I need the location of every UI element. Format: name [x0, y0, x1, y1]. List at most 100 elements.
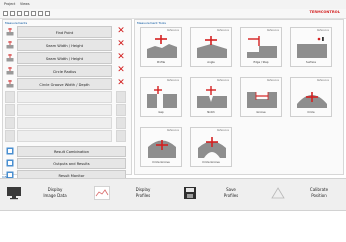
tool-cgroove2-icon: [198, 137, 226, 158]
bottom-button-label: Display: [47, 187, 63, 192]
tool-notch-icon: [197, 86, 227, 108]
tool-card-tag: Reference: [166, 79, 179, 82]
new-icon[interactable]: [3, 11, 8, 16]
measurement-item-button[interactable]: Find Point: [17, 26, 112, 38]
delete-measurement-button[interactable]: ✕: [117, 40, 125, 49]
save-icon[interactable]: [17, 11, 22, 16]
tool-card-label: Circle Groove: [152, 161, 170, 164]
save-icon: [182, 186, 198, 200]
empty-slot-icon: [5, 91, 15, 103]
bottom-button-sublabel: Image Data: [43, 193, 67, 198]
save-icon-shape: [184, 187, 196, 199]
find-point-icon-shape: [6, 28, 14, 36]
open-icon[interactable]: [10, 11, 15, 16]
settings-icon[interactable]: [38, 11, 43, 16]
tool-angle-icon: [197, 36, 227, 58]
seam-width-icon: [6, 41, 14, 49]
redo-icon[interactable]: [31, 11, 36, 16]
tool-card-tag: Reference: [216, 79, 229, 82]
toolbar: [0, 9, 346, 19]
undo-icon[interactable]: [24, 11, 29, 16]
empty-slot-action: [116, 117, 126, 129]
list-icon-shape: [6, 159, 14, 167]
tool-card-groove[interactable]: Reference Groove: [240, 77, 282, 117]
tool-card-tag: Reference: [266, 79, 279, 82]
tool-profile-icon: [147, 35, 177, 58]
delete-measurement-button[interactable]: ✕: [117, 27, 125, 36]
measurement-item-button[interactable]: Seam Width / Height: [17, 52, 112, 64]
circle-groove-icon-shape: [6, 80, 14, 88]
tool-card-surface[interactable]: Reference Surface: [290, 27, 332, 67]
tool-card-gap[interactable]: Reference Gap: [140, 77, 182, 117]
seam-width-icon-shape: [6, 54, 14, 62]
calibrate-icon-shape: [271, 187, 285, 199]
empty-measurement-slot[interactable]: [17, 91, 112, 103]
tool-edge-icon: [247, 36, 277, 58]
measurement-item-button[interactable]: Circle Groove Width / Depth: [17, 78, 112, 90]
seam-width-icon-shape: [6, 41, 14, 49]
profile-icon-shape: [94, 186, 110, 200]
bottom-button-profile[interactable]: Display Profiles: [92, 180, 170, 207]
bottom-button-sublabel: Profiles: [223, 193, 239, 198]
tool-card-cgroove[interactable]: Reference Circle Groove: [140, 127, 182, 167]
monitor-icon: [6, 186, 22, 200]
circle-groove-icon: [6, 80, 14, 88]
panel-action-button[interactable]: Result Combination: [17, 146, 126, 157]
tool-card-tag: Reference: [316, 29, 329, 32]
delete-measurement-button[interactable]: ✕: [117, 79, 125, 88]
bottom-button-label: Save: [226, 187, 236, 192]
tool-surface-icon: [297, 37, 327, 58]
profile-icon: [94, 186, 110, 200]
tools-panel-title: Measurement Tools: [137, 21, 166, 25]
grid-icon-shape: [6, 147, 14, 155]
calibrate-icon: [270, 186, 286, 200]
empty-measurement-slot[interactable]: [17, 130, 112, 142]
find-point-icon: [6, 28, 14, 36]
empty-measurement-slot[interactable]: [17, 104, 112, 116]
bottom-button-label: Calibrate: [309, 187, 329, 192]
empty-slot-icon: [5, 117, 15, 129]
panel-action-button[interactable]: Outputs and Results: [17, 158, 126, 169]
bottom-button-calibrate[interactable]: Calibrate Position: [268, 180, 346, 207]
tool-card-label: Notch: [207, 111, 215, 114]
delete-measurement-button[interactable]: ✕: [117, 66, 125, 75]
tool-card-edge[interactable]: Reference Edge / Step: [240, 27, 282, 67]
grid-icon: [6, 147, 14, 155]
tool-card-label: Circle: [307, 111, 315, 114]
help-icon[interactable]: [45, 11, 50, 16]
tool-cgroove-icon: [148, 140, 176, 158]
empty-measurement-slot[interactable]: [17, 117, 112, 129]
tool-card-tag: Reference: [216, 29, 229, 32]
tool-card-circle[interactable]: Reference Circle: [290, 77, 332, 117]
tool-card-label: Edge / Step: [253, 61, 269, 64]
tool-card-label: Circle Groove: [202, 161, 220, 164]
tool-card-tag: Reference: [266, 29, 279, 32]
tool-card-profile[interactable]: Reference Profile: [140, 27, 182, 67]
empty-slot-action: [116, 91, 126, 103]
tool-circle-icon: [297, 92, 327, 108]
menu-project[interactable]: Project: [4, 2, 15, 6]
tool-gap-icon: [147, 86, 177, 108]
bottom-button-label: Display: [135, 187, 151, 192]
delete-measurement-button[interactable]: ✕: [117, 53, 125, 62]
tool-card-label: Surface: [306, 61, 316, 64]
empty-slot-action: [116, 130, 126, 142]
circle-radius-icon: [6, 67, 14, 75]
tool-card-tag: Reference: [166, 29, 179, 32]
tool-card-tag: Reference: [166, 129, 179, 132]
measurement-item-button[interactable]: Seam Width / Height: [17, 39, 112, 51]
tool-card-label: Gap: [158, 111, 164, 114]
measurement-item-button[interactable]: Circle Radius: [17, 65, 112, 77]
empty-slot-action: [116, 104, 126, 116]
tool-card-angle[interactable]: Reference Angle: [190, 27, 232, 67]
brand-logo: TERMCONTROL: [309, 10, 340, 14]
tool-card-cgroove2[interactable]: Reference Circle Groove: [190, 127, 232, 167]
bottom-button-sublabel: Position: [311, 193, 327, 198]
tool-card-notch[interactable]: Reference Notch: [190, 77, 232, 117]
bottom-button-save[interactable]: Save Profiles: [180, 180, 258, 207]
bottom-button-sublabel: Profiles: [135, 193, 151, 198]
empty-slot-icon: [5, 104, 15, 116]
tool-card-label: Angle: [207, 61, 215, 64]
bottom-button-monitor[interactable]: Display Image Data: [4, 180, 82, 207]
menu-views[interactable]: Views: [20, 2, 30, 6]
